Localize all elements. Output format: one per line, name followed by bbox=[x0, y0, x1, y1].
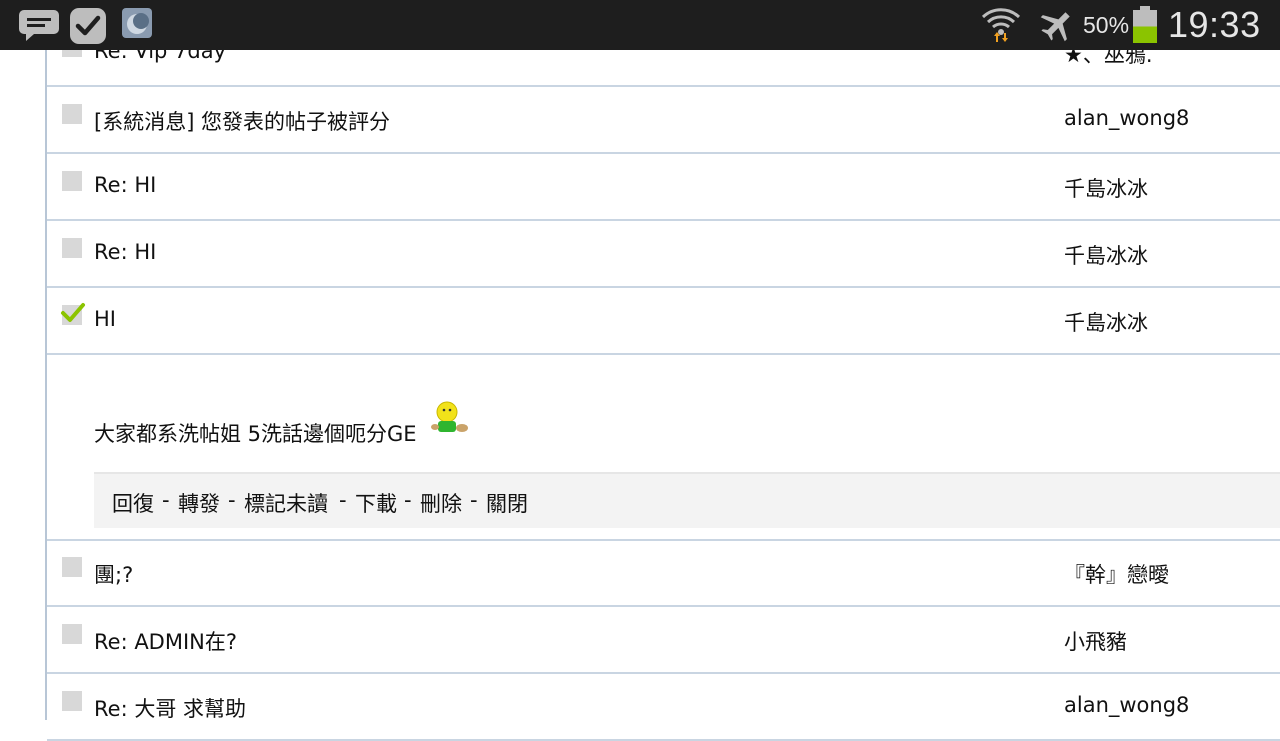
message-subject[interactable]: Re: HI bbox=[94, 173, 156, 197]
message-subject[interactable]: Re: HI bbox=[94, 240, 156, 264]
message-icon bbox=[19, 10, 59, 41]
message-checkbox[interactable] bbox=[62, 238, 82, 258]
message-sender[interactable]: 『幹』戀曖 bbox=[1064, 559, 1169, 589]
message-sender[interactable]: 小飛豬 bbox=[1064, 626, 1127, 656]
message-row-selected[interactable]: HI 千島冰冰 bbox=[47, 289, 1280, 355]
action-separator: - bbox=[470, 488, 478, 512]
message-action-bar: 回復 - 轉發 - 標記未讀 - 下載 - 刪除 - 關閉 bbox=[94, 472, 1280, 528]
message-checkbox[interactable] bbox=[62, 104, 82, 124]
message-sender[interactable]: 千島冰冰 bbox=[1064, 307, 1148, 337]
smiley-emoticon-icon bbox=[431, 401, 468, 432]
wifi-icon bbox=[981, 8, 1021, 42]
message-row[interactable]: Re: 大哥 求幫助 alan_wong8 bbox=[47, 675, 1280, 741]
mark-unread-link[interactable]: 標記未讀 bbox=[244, 488, 328, 518]
delete-link[interactable]: 刪除 bbox=[420, 488, 462, 518]
close-link[interactable]: 關閉 bbox=[486, 488, 528, 518]
message-sender[interactable]: alan_wong8 bbox=[1064, 106, 1189, 130]
message-checkbox[interactable] bbox=[62, 691, 82, 711]
message-checkbox[interactable] bbox=[62, 171, 82, 191]
message-row[interactable]: Re: ADMIN在? 小飛豬 bbox=[47, 608, 1280, 674]
airplane-icon bbox=[1040, 12, 1070, 42]
app-icon bbox=[122, 8, 152, 38]
action-separator: - bbox=[339, 488, 347, 512]
message-checkbox[interactable] bbox=[62, 624, 82, 644]
message-subject[interactable]: Re: 大哥 求幫助 bbox=[94, 693, 246, 723]
message-subject[interactable]: [系統消息] 您發表的帖子被評分 bbox=[94, 106, 390, 136]
forward-link[interactable]: 轉發 bbox=[178, 488, 220, 518]
download-link[interactable]: 下載 bbox=[355, 488, 397, 518]
message-row[interactable]: [系統消息] 您發表的帖子被評分 alan_wong8 bbox=[47, 88, 1280, 154]
message-body: 大家都系洗帖姐 5洗話邊個呃分GE bbox=[94, 422, 417, 446]
battery-level-fill bbox=[1133, 26, 1157, 43]
message-row[interactable]: 團;? 『幹』戀曖 bbox=[47, 541, 1280, 607]
message-subject[interactable]: Re: ADMIN在? bbox=[94, 626, 237, 656]
message-subject[interactable]: HI bbox=[94, 307, 116, 331]
message-list-content: Re: Vip 7day ★、巫鴉. [系統消息] 您發表的帖子被評分 alan… bbox=[0, 0, 1280, 741]
action-separator: - bbox=[228, 488, 236, 512]
message-subject[interactable]: 團;? bbox=[94, 559, 133, 589]
message-sender[interactable]: 千島冰冰 bbox=[1064, 173, 1148, 203]
action-separator: - bbox=[162, 488, 170, 512]
message-sender[interactable]: 千島冰冰 bbox=[1064, 240, 1148, 270]
check-icon bbox=[70, 8, 106, 44]
message-checkbox-checked[interactable] bbox=[61, 303, 85, 325]
message-checkbox[interactable] bbox=[62, 557, 82, 577]
clock: 19:33 bbox=[1168, 4, 1261, 45]
battery-percent: 50% bbox=[1083, 12, 1130, 38]
reply-link[interactable]: 回復 bbox=[112, 488, 154, 518]
action-separator: - bbox=[404, 488, 412, 512]
message-row[interactable]: Re: HI 千島冰冰 bbox=[47, 155, 1280, 221]
battery-icon bbox=[1133, 6, 1157, 43]
message-sender[interactable]: alan_wong8 bbox=[1064, 693, 1189, 717]
message-row[interactable]: Re: HI 千島冰冰 bbox=[47, 222, 1280, 288]
expanded-message: 大家都系洗帖姐 5洗話邊個呃分GE 回復 - 轉發 - 標記未讀 - 下載 - … bbox=[47, 356, 1280, 541]
status-bar: 50% 19:33 bbox=[0, 0, 1280, 50]
checkmark-icon bbox=[61, 303, 85, 322]
